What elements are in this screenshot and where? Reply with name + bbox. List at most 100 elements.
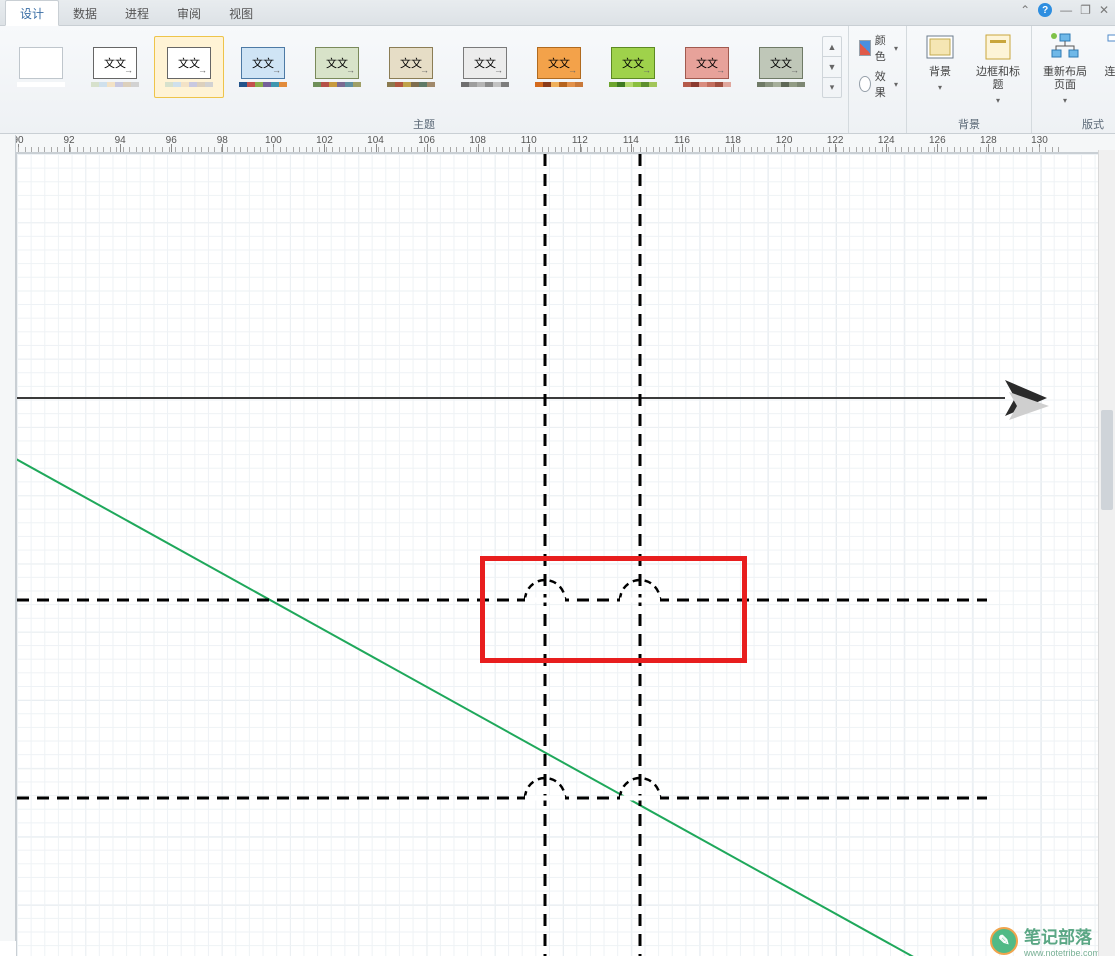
watermark: ✎ 笔记部落 www.notetribe.com <box>990 923 1100 956</box>
color-label: 颜色 <box>875 32 890 64</box>
background-group-label: 背景 <box>913 114 1025 132</box>
watermark-sub: www.notetribe.com <box>1024 948 1100 956</box>
border-title-label: 边框和标题 <box>971 66 1025 92</box>
theme-preview: 文文→ <box>611 47 655 79</box>
theme-preview: 文文→ <box>685 47 729 79</box>
theme-preview: 文文→ <box>463 47 507 79</box>
theme-swatches <box>387 82 435 87</box>
close-icon[interactable]: ✕ <box>1099 3 1109 17</box>
gallery-more-icon[interactable]: ▾ <box>823 78 841 97</box>
theme-item-8[interactable]: 文文→ <box>598 36 668 98</box>
theme-preview: 文文→ <box>759 47 803 79</box>
arrow-mini-icon: → <box>198 65 207 75</box>
tab-review[interactable]: 审阅 <box>163 1 215 25</box>
scrollbar-thumb[interactable] <box>1101 410 1113 510</box>
connectors-label: 连接线 <box>1105 66 1115 79</box>
theme-preview <box>19 47 63 79</box>
ribbon-collapse-icon[interactable]: ⌃ <box>1020 3 1030 17</box>
theme-item-7[interactable]: 文文→ <box>524 36 594 98</box>
theme-item-5[interactable]: 文文→ <box>376 36 446 98</box>
background-button[interactable]: 背景 ▾ <box>913 30 967 107</box>
minimize-icon[interactable]: — <box>1060 3 1072 17</box>
theme-preview: 文文→ <box>167 47 211 79</box>
canvas[interactable]: ✎ 笔记部落 www.notetribe.com <box>16 153 1100 956</box>
theme-swatches <box>165 82 213 87</box>
effects-icon <box>859 76 871 92</box>
background-button-label: 背景 <box>929 66 951 79</box>
tab-design[interactable]: 设计 <box>5 0 59 26</box>
ruler-vertical <box>0 135 16 941</box>
theme-swatches <box>757 82 805 87</box>
theme-item-4[interactable]: 文文→ <box>302 36 372 98</box>
theme-item-1[interactable]: 文文→ <box>80 36 150 98</box>
theme-swatches <box>461 82 509 87</box>
ribbon-group-color-effects: 颜色 ▾ 效果 ▾ <box>849 26 907 133</box>
border-title-icon <box>981 30 1015 64</box>
layout-group-label: 版式 <box>1038 114 1115 132</box>
background-icon <box>923 30 957 64</box>
dropdown-icon: ▾ <box>894 80 898 89</box>
menu-tabs: 设计 数据 进程 审阅 视图 ⌃ ? — ❐ ✕ <box>0 0 1115 26</box>
relayout-label: 重新布局页面 <box>1038 66 1092 92</box>
highlight-rectangle <box>480 556 747 663</box>
theme-swatches <box>683 82 731 87</box>
arrow-mini-icon: → <box>272 65 281 75</box>
theme-preview: 文文→ <box>241 47 285 79</box>
connectors-button[interactable]: 连接线 ▾ <box>1094 30 1115 107</box>
effects-label: 效果 <box>875 68 890 100</box>
dropdown-icon: ▾ <box>938 81 942 94</box>
theme-item-9[interactable]: 文文→ <box>672 36 742 98</box>
theme-swatches <box>535 82 583 87</box>
dropdown-icon: ▾ <box>1063 94 1067 107</box>
gallery-down-icon[interactable]: ▼ <box>823 57 841 77</box>
tab-data[interactable]: 数据 <box>59 1 111 25</box>
theme-preview: 文文→ <box>93 47 137 79</box>
arrow-mini-icon: → <box>420 65 429 75</box>
theme-item-3[interactable]: 文文→ <box>228 36 298 98</box>
ribbon-group-layout: 重新布局页面 ▾ 连接线 ▾ 版式 <box>1032 26 1115 133</box>
theme-preview: 文文→ <box>389 47 433 79</box>
theme-item-6[interactable]: 文文→ <box>450 36 520 98</box>
dropdown-icon: ▾ <box>894 44 898 53</box>
ribbon: 文文→文文→文文→文文→文文→文文→文文→文文→文文→文文→▲▼▾ 主题 颜色 … <box>0 26 1115 134</box>
themes-group-label: 主题 <box>6 114 842 132</box>
window-controls: ⌃ ? — ❐ ✕ <box>1020 3 1109 17</box>
theme-swatches <box>313 82 361 87</box>
tab-view[interactable]: 视图 <box>215 1 267 25</box>
arrow-mini-icon: → <box>124 65 133 75</box>
color-swatch-icon <box>859 40 871 56</box>
arrow-mini-icon: → <box>568 65 577 75</box>
ribbon-group-themes: 文文→ 文文→ 文文→ 文文→ 文文→ 文文→ 文文→ 文文→ 文文→ 文文→ ▲▼▾ 主题 <box>0 26 849 133</box>
arrow-mini-icon: → <box>642 65 651 75</box>
watermark-text: 笔记部落 <box>1024 923 1100 948</box>
theme-swatches <box>91 82 139 87</box>
restore-icon[interactable]: ❐ <box>1080 3 1091 17</box>
gallery-up-icon[interactable]: ▲ <box>823 37 841 57</box>
ribbon-group-background: 背景 ▾ 边框和标题 ▾ 背景 <box>907 26 1032 133</box>
theme-swatches <box>239 82 287 87</box>
arrow-mini-icon: → <box>790 65 799 75</box>
relayout-icon <box>1048 30 1082 64</box>
theme-preview: 文文→ <box>537 47 581 79</box>
theme-item-2[interactable]: 文文→ <box>154 36 224 98</box>
arrow-mini-icon: → <box>494 65 503 75</box>
effects-dropdown[interactable]: 效果 ▾ <box>859 68 898 100</box>
watermark-icon: ✎ <box>990 927 1018 955</box>
arrow-mini-icon: → <box>346 65 355 75</box>
drawing-layer <box>17 154 1100 956</box>
scrollbar-vertical[interactable] <box>1098 150 1115 956</box>
theme-item-0[interactable] <box>6 36 76 98</box>
dropdown-icon: ▾ <box>996 94 1000 107</box>
theme-item-10[interactable]: 文文→ <box>746 36 816 98</box>
ruler-horizontal: 9092949698100102104106108110112114116118… <box>0 134 1115 153</box>
gallery-scroll[interactable]: ▲▼▾ <box>822 36 842 98</box>
theme-swatches <box>17 82 65 87</box>
tab-process[interactable]: 进程 <box>111 1 163 25</box>
color-dropdown[interactable]: 颜色 ▾ <box>859 32 898 64</box>
border-title-button[interactable]: 边框和标题 ▾ <box>971 30 1025 107</box>
help-icon[interactable]: ? <box>1038 3 1052 17</box>
relayout-button[interactable]: 重新布局页面 ▾ <box>1038 30 1092 107</box>
theme-preview: 文文→ <box>315 47 359 79</box>
arrow-mini-icon: → <box>716 65 725 75</box>
theme-swatches <box>609 82 657 87</box>
